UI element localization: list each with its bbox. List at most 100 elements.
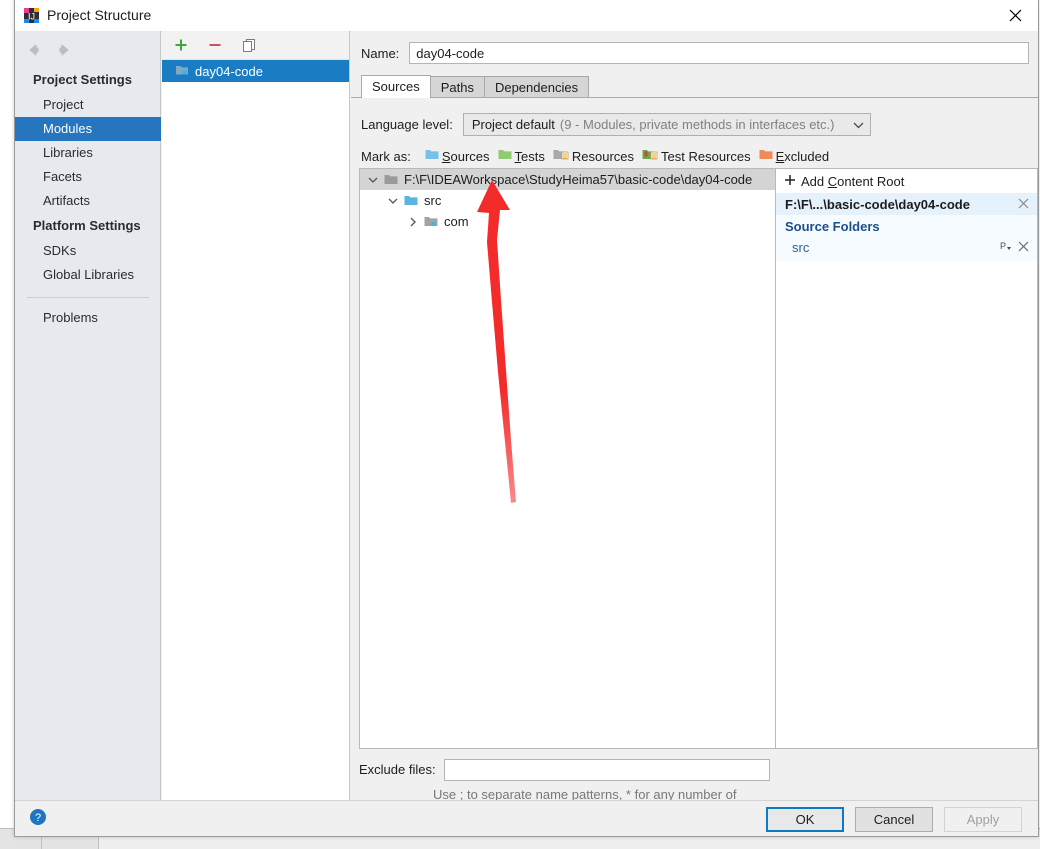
chevron-down-icon[interactable] <box>384 197 402 205</box>
mark-as-resources[interactable]: Resources <box>553 148 634 164</box>
footer-buttons: OK Cancel Apply <box>766 807 1022 832</box>
mark-as-excluded[interactable]: Excluded <box>759 148 829 164</box>
mark-as-sources-label: Sources <box>441 148 490 164</box>
test-resources-folder-icon <box>642 148 658 164</box>
dialog-body: Project Settings Project Modules Librari… <box>15 31 1038 819</box>
mark-as-tests[interactable]: Tests <box>498 148 545 164</box>
language-level-row: Language level: Project default (9 - Mod… <box>361 113 872 136</box>
module-name-row: Name: <box>361 42 1036 64</box>
content-root-tree: F:\F\IDEAWorkspace\StudyHeima57\basic-co… <box>360 169 776 748</box>
copy-module-icon[interactable] <box>239 35 259 55</box>
sidebar-item-project[interactable]: Project <box>15 93 161 117</box>
language-level-label: Language level: <box>361 117 453 132</box>
sidebar-item-modules[interactable]: Modules <box>15 117 161 141</box>
module-folder-icon <box>175 63 189 80</box>
source-folder-row[interactable]: src P <box>776 237 1037 257</box>
content-root-path: F:\F\...\basic-code\day04-code <box>785 196 970 212</box>
content-root-entry[interactable]: F:\F\...\basic-code\day04-code <box>776 193 1037 215</box>
add-content-root-label: Add Content Root <box>801 173 905 189</box>
tests-folder-icon <box>498 148 512 164</box>
tree-row-label: src <box>424 193 442 208</box>
tree-row[interactable]: src <box>360 190 775 211</box>
tabs-underline <box>351 97 1038 98</box>
package-prefix-icon[interactable]: P <box>1000 240 1013 255</box>
dialog-titlebar: IJ Project Structure <box>15 0 1038 32</box>
tab-sources[interactable]: Sources <box>361 75 431 98</box>
help-icon[interactable]: ? <box>29 808 47 826</box>
sidebar-navigation <box>21 37 165 63</box>
close-icon[interactable] <box>1018 240 1029 255</box>
module-editor-panel: Name: Sources Paths Dependencies Languag… <box>351 31 1038 819</box>
mark-as-resources-label: Resources <box>571 148 635 164</box>
chevron-right-icon[interactable] <box>404 217 422 227</box>
tree-row[interactable]: F:\F\IDEAWorkspace\StudyHeima57\basic-co… <box>360 169 775 190</box>
ok-button[interactable]: OK <box>766 807 844 832</box>
dialog-footer: ? OK Cancel Apply <box>15 800 1038 836</box>
add-module-button[interactable] <box>171 35 191 55</box>
resources-folder-icon <box>553 148 569 164</box>
mark-as-test-resources[interactable]: Test Resources <box>642 148 751 164</box>
language-level-detail: (9 - Modules, private methods in interfa… <box>559 117 835 132</box>
svg-text:IJ: IJ <box>28 12 35 22</box>
exclude-files-input[interactable] <box>443 759 770 781</box>
close-icon[interactable] <box>1018 197 1029 212</box>
sidebar-item-global-libraries[interactable]: Global Libraries <box>15 263 161 287</box>
sidebar-group-project-settings: Project Settings <box>33 72 132 87</box>
source-folder-actions: P <box>1000 240 1029 255</box>
svg-text:?: ? <box>35 812 41 824</box>
source-folders-section: Source Folders src P <box>776 215 1037 261</box>
content-roots-panel: Add Content Root F:\F\...\basic-code\day… <box>776 169 1037 748</box>
sidebar-item-sdks[interactable]: SDKs <box>15 239 161 263</box>
folder-grey-source-icon <box>422 215 440 228</box>
active-tab-connector <box>362 97 418 98</box>
remove-module-button[interactable] <box>205 35 225 55</box>
mark-as-tests-label: Tests <box>514 148 545 164</box>
dialog-title: Project Structure <box>47 7 152 23</box>
mark-as-row: Mark as: Sources Tests Resources Test Re… <box>361 148 829 164</box>
tree-row-label: F:\F\IDEAWorkspace\StudyHeima57\basic-co… <box>404 172 753 187</box>
close-icon[interactable] <box>992 0 1038 31</box>
excluded-folder-icon <box>759 148 773 164</box>
mark-as-label: Mark as: <box>361 148 411 164</box>
sidebar-group-platform-settings: Platform Settings <box>33 218 141 233</box>
project-structure-dialog: IJ Project Structure Project Settings Pr… <box>14 0 1039 837</box>
module-name-input[interactable] <box>409 42 1030 64</box>
intellij-idea-icon: IJ <box>23 7 40 24</box>
module-name-label: Name: <box>361 45 400 61</box>
module-list-toolbar <box>162 31 349 60</box>
sidebar-item-problems[interactable]: Problems <box>15 306 161 330</box>
sidebar-item-libraries[interactable]: Libraries <box>15 141 161 165</box>
language-level-combobox[interactable]: Project default (9 - Modules, private me… <box>462 113 872 136</box>
exclude-files-label: Exclude files: <box>359 762 436 777</box>
mark-as-sources[interactable]: Sources <box>425 148 490 164</box>
forward-arrow-icon[interactable] <box>55 41 73 59</box>
svg-text:P: P <box>1000 241 1006 251</box>
sources-folder-icon <box>425 148 439 164</box>
folder-blue-icon <box>402 194 420 207</box>
add-content-root-button[interactable]: Add Content Root <box>776 169 1037 193</box>
module-editor-tabs: Sources Paths Dependencies <box>361 75 590 98</box>
folder-grey-icon <box>382 173 400 186</box>
cancel-button[interactable]: Cancel <box>855 807 933 832</box>
tab-paths[interactable]: Paths <box>429 76 485 98</box>
module-list-panel: day04-code <box>162 31 350 802</box>
apply-button[interactable]: Apply <box>944 807 1022 832</box>
language-level-value: Project default <box>471 117 555 132</box>
sidebar-item-artifacts[interactable]: Artifacts <box>15 189 161 213</box>
sidebar-item-facets[interactable]: Facets <box>15 165 161 189</box>
chevron-down-icon <box>839 117 864 132</box>
tree-row[interactable]: com <box>360 211 775 232</box>
chevron-down-icon[interactable] <box>364 176 382 184</box>
plus-icon <box>784 174 796 189</box>
source-folder-label: src <box>792 239 810 255</box>
tree-row-label: com <box>444 214 469 229</box>
module-list-item-day04-code[interactable]: day04-code <box>162 60 349 82</box>
mark-as-excluded-label: Excluded <box>775 148 830 164</box>
back-arrow-icon[interactable] <box>25 41 43 59</box>
sources-pane: F:\F\IDEAWorkspace\StudyHeima57\basic-co… <box>359 168 1038 749</box>
module-list-item-label: day04-code <box>195 63 263 79</box>
tab-dependencies[interactable]: Dependencies <box>483 76 590 98</box>
sidebar-divider <box>27 297 149 298</box>
exclude-files-row: Exclude files: <box>359 759 1038 781</box>
source-folders-title: Source Folders <box>785 218 880 234</box>
